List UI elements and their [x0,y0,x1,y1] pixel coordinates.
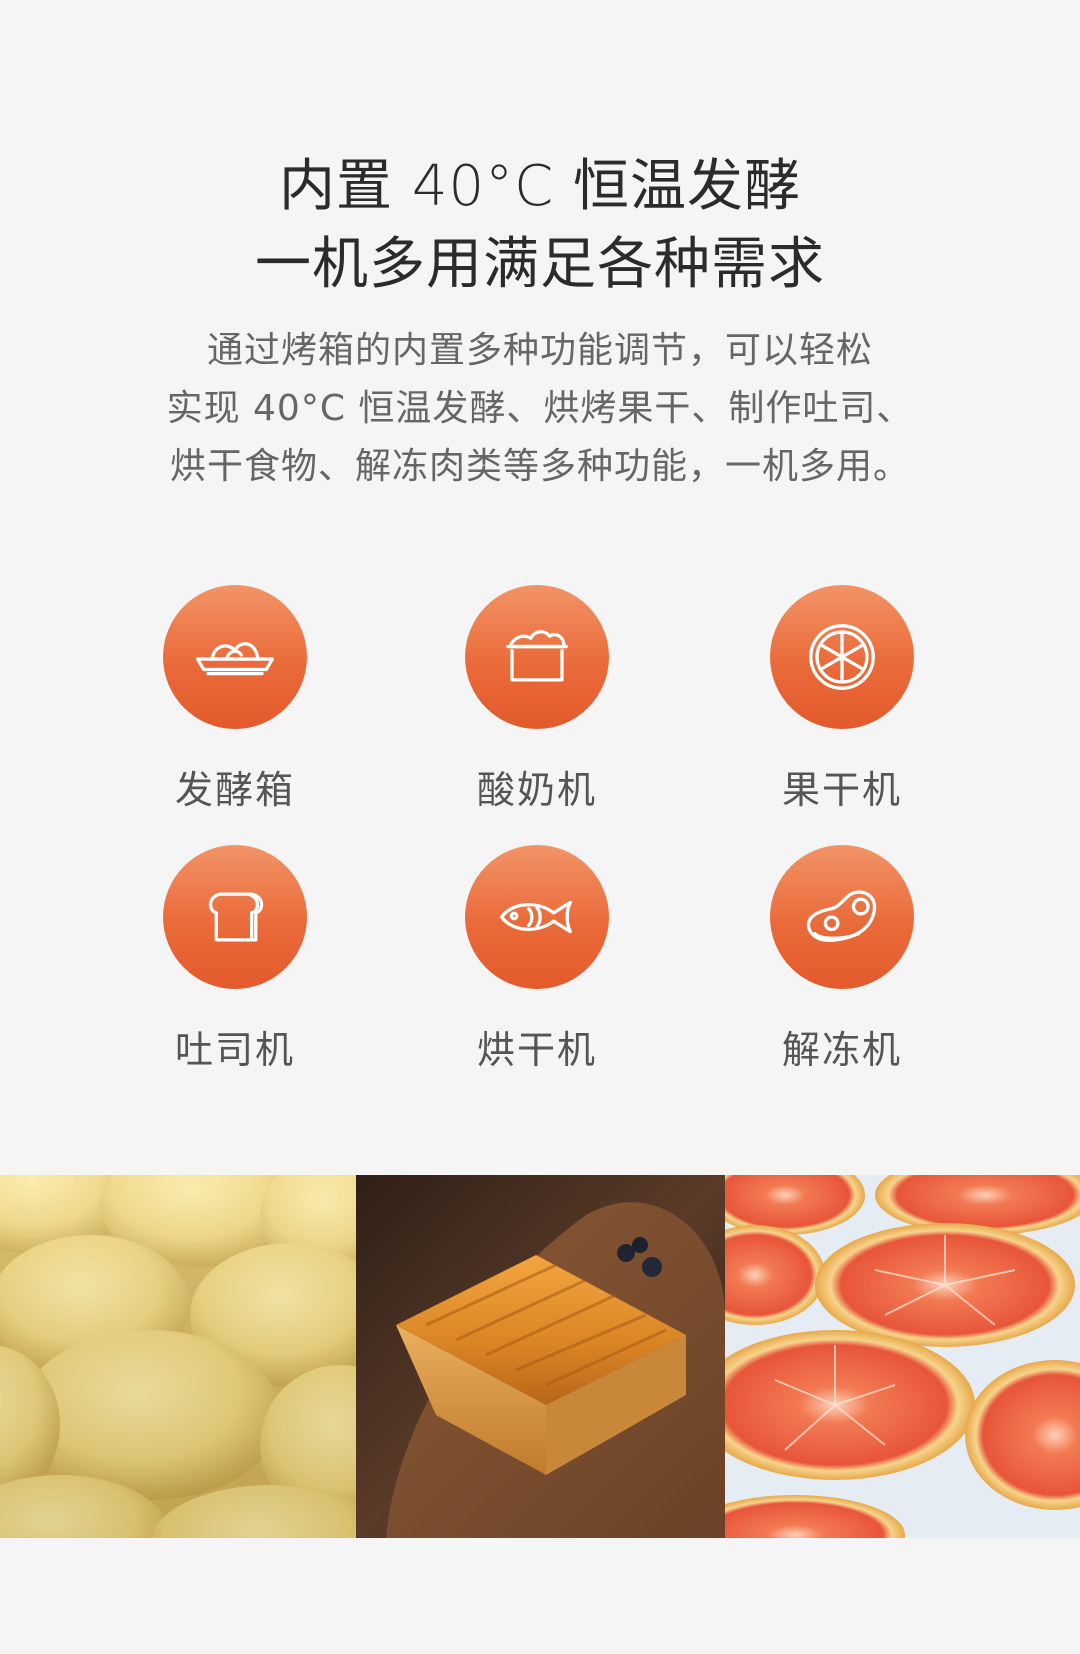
feature-circle [163,585,307,729]
feature-fruit-dryer: 果干机 [742,585,942,814]
headline-line-2: 一机多用满足各种需求 [255,232,825,297]
toast-photo [356,1175,725,1538]
feature-yogurt-maker: 酸奶机 [437,585,637,814]
feature-circle [770,845,914,989]
photo-strip [0,1175,1080,1538]
yogurt-cup-icon [506,630,568,682]
feature-circle [770,585,914,729]
feature-label: 发酵箱 [174,768,295,812]
citrus-slice-icon [809,624,875,690]
description-line-3: 烘干食物、解冻肉类等多种功能，一机多用。 [169,446,910,487]
headline: 内置 40°C 恒温发酵 一机多用满足各种需求 [0,148,1080,304]
description-line-1: 通过烤箱的内置多种功能调节，可以轻松 [206,330,873,371]
feature-circle [465,585,609,729]
feature-label: 吐司机 [174,1028,295,1072]
feature-label: 酸奶机 [476,768,597,812]
feature-dryer: 烘干机 [437,845,637,1074]
feature-proofing-box: 发酵箱 [135,585,335,814]
description-line-2: 实现 40°C 恒温发酵、烘烤果干、制作吐司、 [166,388,914,429]
feature-toaster: 吐司机 [135,845,335,1074]
meat-steak-icon [807,890,877,942]
feature-circle [465,845,609,989]
fish-icon [499,900,572,934]
description: 通过烤箱的内置多种功能调节，可以轻松 实现 40°C 恒温发酵、烘烤果干、制作吐… [0,322,1080,496]
feature-label: 果干机 [781,768,902,812]
feature-defroster: 解冻机 [742,845,942,1074]
feature-label: 烘干机 [476,1028,597,1072]
dried-grapefruit-photo [725,1175,1080,1538]
dough-balls-photo [0,1175,356,1538]
headline-line-1: 内置 40°C 恒温发酵 [279,154,801,219]
dough-bowl-icon [195,642,275,676]
feature-circle [163,845,307,989]
feature-label: 解冻机 [781,1028,902,1072]
toast-icon [208,892,264,942]
